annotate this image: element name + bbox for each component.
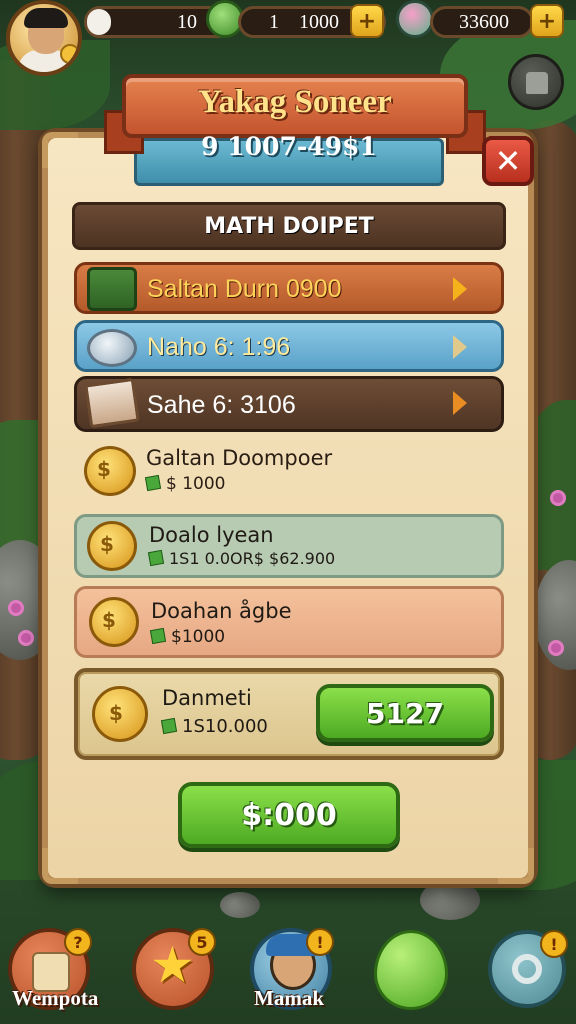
balloon-icon[interactable] bbox=[374, 930, 448, 1010]
confirm-purchase-button[interactable]: $:000 bbox=[178, 782, 400, 848]
gear-icon bbox=[512, 954, 542, 984]
offer-3-name: Doahan ågbe bbox=[151, 599, 292, 623]
menu-row-1[interactable]: Saltan Durn 0900 bbox=[74, 262, 504, 314]
top-hud: 10 1 1000 + 33600 + bbox=[0, 0, 576, 110]
player-avatar[interactable] bbox=[6, 0, 82, 76]
nav-badge-1: ? bbox=[64, 928, 92, 956]
resource-1-value: 10 bbox=[177, 10, 197, 33]
nav-star-button[interactable]: ★ 5 bbox=[132, 928, 216, 1010]
nav-badge-5: ! bbox=[540, 930, 568, 958]
offer-1-price-row: $ 1000 bbox=[144, 474, 226, 494]
nav-badge-2: 5 bbox=[188, 928, 216, 956]
offer-4-name: Danmeti bbox=[162, 686, 252, 710]
nav-badge-3: ! bbox=[306, 928, 334, 956]
cash-tag-icon bbox=[147, 549, 165, 567]
close-button[interactable]: ✕ bbox=[482, 136, 534, 186]
offer-4-price: 1S10.000 bbox=[182, 716, 268, 737]
nav-profile-label: Mamak bbox=[254, 986, 324, 1010]
add-resource-2-button[interactable]: + bbox=[350, 4, 384, 38]
resource-2-amount: 1000 bbox=[299, 10, 339, 33]
offer-2-name: Doalo lyean bbox=[149, 523, 274, 547]
outfit-button[interactable] bbox=[508, 54, 564, 110]
menu-row-2[interactable]: Naho 6: 1:96 bbox=[74, 320, 504, 372]
offer-2-price: 1S1 0.0OR$ $62.900 bbox=[169, 549, 336, 568]
resource-bar-3: 33600 bbox=[430, 6, 534, 38]
offer-3-price: $1000 bbox=[171, 627, 226, 647]
chevron-right-icon bbox=[453, 391, 467, 415]
panel-subtitle: 9 1007-49$1 bbox=[201, 132, 377, 161]
star-icon: ★ bbox=[150, 936, 195, 994]
settings-button[interactable]: ! bbox=[488, 930, 568, 1008]
panel-title: Yakag Soneer bbox=[198, 84, 392, 120]
offer-1-name: Galtan Doompoer bbox=[146, 446, 333, 470]
resource-3-value: 33600 bbox=[459, 10, 509, 33]
menu-row-2-label: Naho 6: 1:96 bbox=[147, 333, 291, 361]
cash-stack-icon bbox=[84, 377, 140, 429]
gem-icon bbox=[396, 0, 434, 38]
cash-tag-icon bbox=[144, 474, 162, 492]
cash-bundle-icon bbox=[87, 267, 137, 311]
offer-4-price-row: 1S10.000 bbox=[160, 716, 268, 737]
silver-coin-icon bbox=[87, 329, 137, 367]
chevron-right-icon bbox=[453, 335, 467, 359]
cash-tag-icon bbox=[149, 627, 167, 645]
offer-3-price-row: $1000 bbox=[149, 627, 226, 647]
chevron-right-icon bbox=[453, 277, 467, 301]
medal-icon bbox=[60, 44, 78, 64]
coin-offer-3[interactable]: $ Doahan ågbe $1000 bbox=[74, 586, 504, 658]
coin-offer-2[interactable]: $ Doalo lyean 1S1 0.0OR$ $62.900 bbox=[74, 514, 504, 578]
avatar-hair bbox=[24, 8, 68, 28]
offer-2-price-row: 1S1 0.0OR$ $62.900 bbox=[147, 549, 336, 568]
section-heading: MATH DOIPET bbox=[72, 202, 506, 250]
menu-row-1-label: Saltan Durn 0900 bbox=[147, 275, 342, 303]
offer-1-price: $ 1000 bbox=[166, 474, 226, 494]
menu-row-3-label: Sahe 6: 3106 bbox=[147, 391, 296, 419]
add-resource-3-button[interactable]: + bbox=[530, 4, 564, 38]
menu-row-3[interactable]: Sahe 6: 3106 bbox=[74, 376, 504, 432]
coin-offer-1[interactable]: $ Galtan Doompoer $ 1000 bbox=[74, 444, 504, 508]
coin-pile-icon: $ bbox=[89, 597, 139, 647]
resource-2-value: 1 bbox=[269, 10, 279, 33]
resource-bar-1-fill bbox=[87, 9, 111, 35]
coin-pile-icon: $ bbox=[92, 686, 148, 742]
buy-amount-button[interactable]: 5127 bbox=[316, 684, 494, 742]
nav-shop-label: Wempota bbox=[12, 986, 99, 1010]
cash-tag-icon bbox=[160, 717, 178, 735]
shirt-icon bbox=[526, 72, 548, 94]
coin-pile-icon: $ bbox=[87, 521, 137, 571]
coin-stack-icon: $ bbox=[84, 446, 136, 496]
